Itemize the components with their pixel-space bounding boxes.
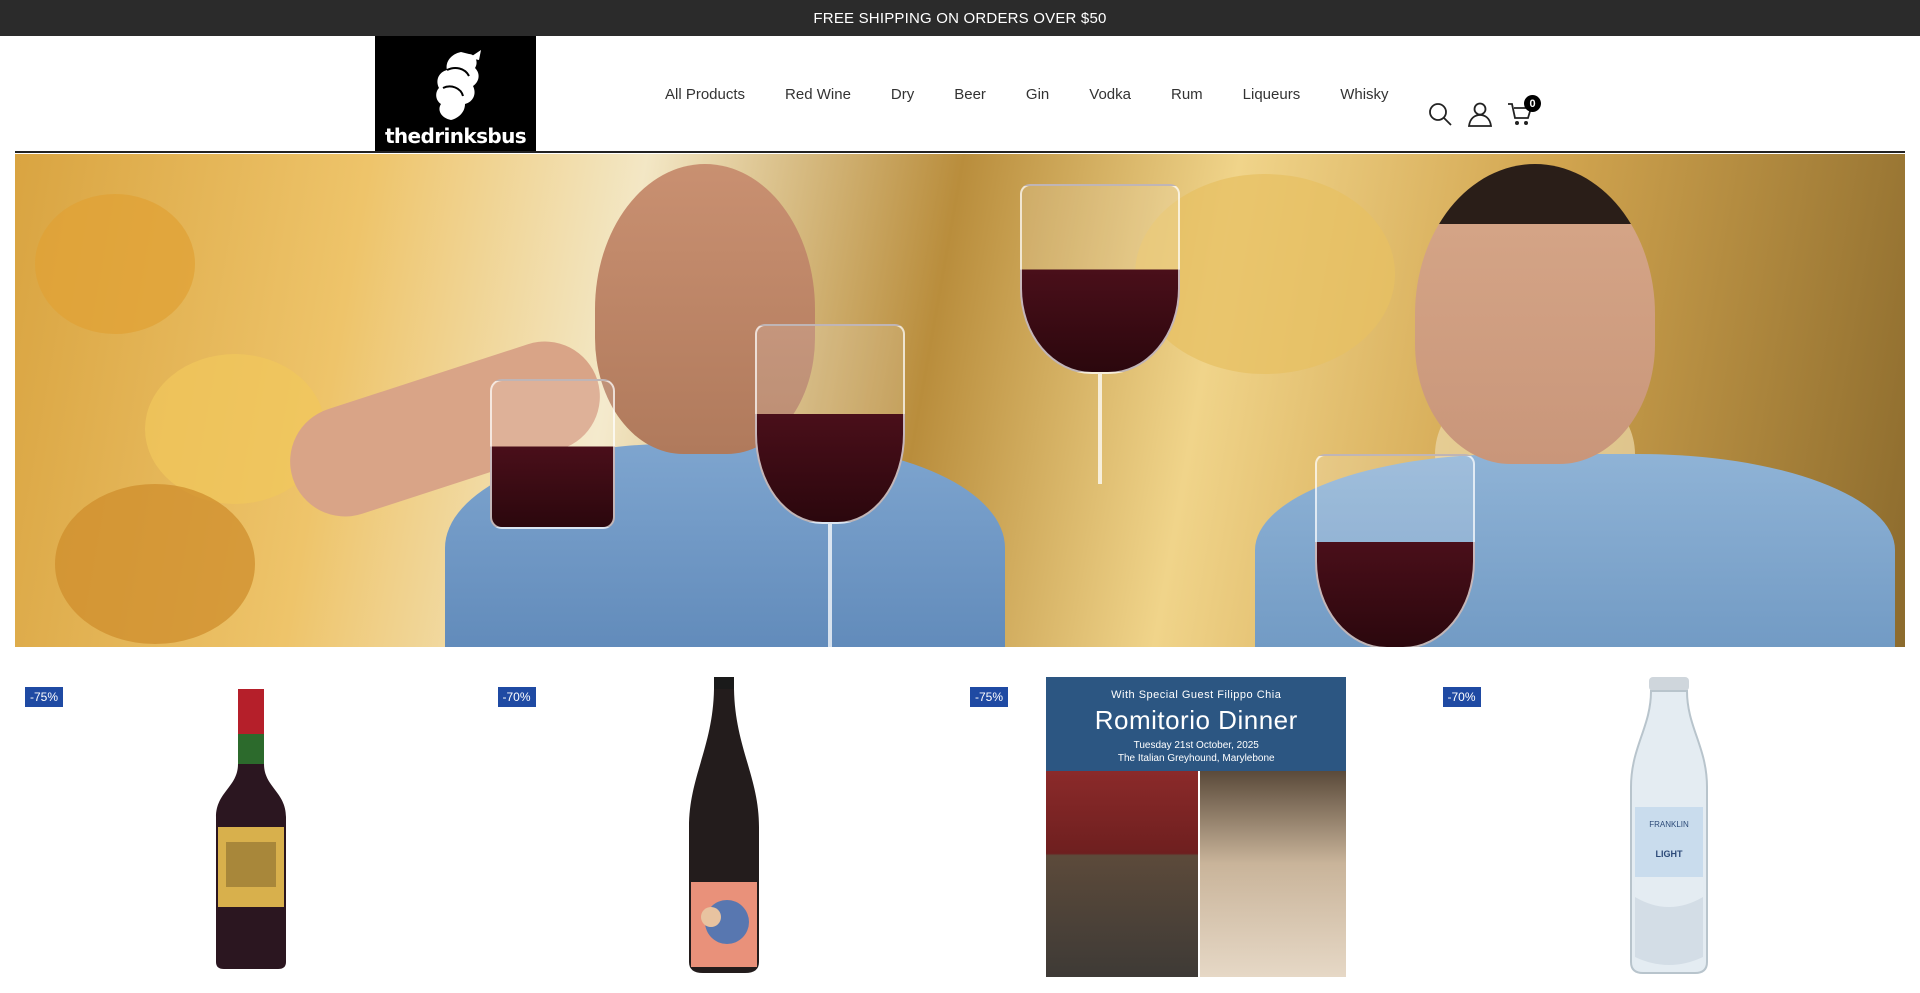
svg-text:LIGHT: LIGHT (1655, 849, 1682, 859)
nav-rum[interactable]: Rum (1171, 86, 1203, 103)
discount-badge: -70% (497, 687, 536, 707)
poster-venue: The Italian Greyhound, Marylebone (1117, 753, 1275, 764)
foliage-shape (55, 484, 255, 644)
announcement-text: FREE SHIPPING ON ORDERS OVER $50 (813, 9, 1107, 27)
nav-dry[interactable]: Dry (891, 86, 914, 103)
logo-text: thedrinksbus (384, 124, 527, 148)
product-card[interactable]: -75% With Special Guest Filippo Chia Rom… (960, 677, 1433, 993)
wine-glass-stem (828, 524, 832, 647)
discount-badge: -75% (970, 687, 1009, 707)
poster-guest: With Special Guest Filippo Chia (1111, 689, 1282, 701)
nav-all-products[interactable]: All Products (665, 86, 745, 103)
poster-title: Romitorio Dinner (1094, 705, 1298, 735)
header-divider (15, 151, 1905, 153)
natural-wine-bottle-image[interactable] (669, 677, 779, 977)
cart-icon[interactable]: 0 (1506, 95, 1541, 128)
site-header: thedrinksbus All Products Red Wine Dry B… (0, 36, 1920, 153)
product-card[interactable]: -70% FRANKLIN LIGHT (1433, 677, 1906, 993)
main-nav: All Products Red Wine Dry Beer Gin Vodka… (645, 36, 1409, 152)
user-icon[interactable] (1466, 100, 1494, 128)
poster-date: Tuesday 21st October, 2025 (1133, 740, 1259, 751)
tonic-water-bottle-image[interactable]: FRANKLIN LIGHT (1619, 677, 1719, 977)
svg-text:FRANKLIN: FRANKLIN (1649, 820, 1689, 829)
event-poster-image[interactable]: With Special Guest Filippo Chia Romitori… (1046, 677, 1347, 977)
nav-red-wine[interactable]: Red Wine (785, 86, 851, 103)
poster-photo-restaurant (1200, 771, 1347, 977)
poster-header: With Special Guest Filippo Chia Romitori… (1046, 677, 1347, 771)
header-icons: 0 (1426, 95, 1546, 128)
discount-badge: -75% (25, 687, 64, 707)
nav-whisky[interactable]: Whisky (1340, 86, 1388, 103)
search-icon[interactable] (1426, 100, 1454, 128)
poster-photos (1046, 771, 1347, 977)
wine-glass (1020, 184, 1180, 374)
nav-gin[interactable]: Gin (1026, 86, 1049, 103)
wine-glass (1315, 454, 1475, 647)
ram-logo-icon (435, 50, 481, 120)
product-card[interactable]: -75% (15, 677, 488, 993)
wine-glass (755, 324, 905, 524)
product-grid: -75% -70% -75% With Special Guest Filipp… (15, 677, 1905, 993)
wine-glass-stem (1098, 374, 1102, 484)
tumbler-glass (490, 379, 615, 529)
poster-photo-host (1046, 771, 1199, 977)
red-wine-bottle-image[interactable] (196, 677, 306, 977)
product-card[interactable]: -70% (488, 677, 961, 993)
discount-badge: -70% (1442, 687, 1481, 707)
foliage-shape (35, 194, 195, 334)
nav-vodka[interactable]: Vodka (1089, 86, 1131, 103)
hero-banner[interactable] (15, 154, 1905, 647)
announcement-bar: FREE SHIPPING ON ORDERS OVER $50 (0, 0, 1920, 36)
site-logo[interactable]: thedrinksbus (375, 36, 536, 152)
nav-beer[interactable]: Beer (954, 86, 986, 103)
woman-head (1415, 164, 1655, 464)
cart-count-badge: 0 (1524, 95, 1541, 112)
nav-liqueurs[interactable]: Liqueurs (1243, 86, 1301, 103)
